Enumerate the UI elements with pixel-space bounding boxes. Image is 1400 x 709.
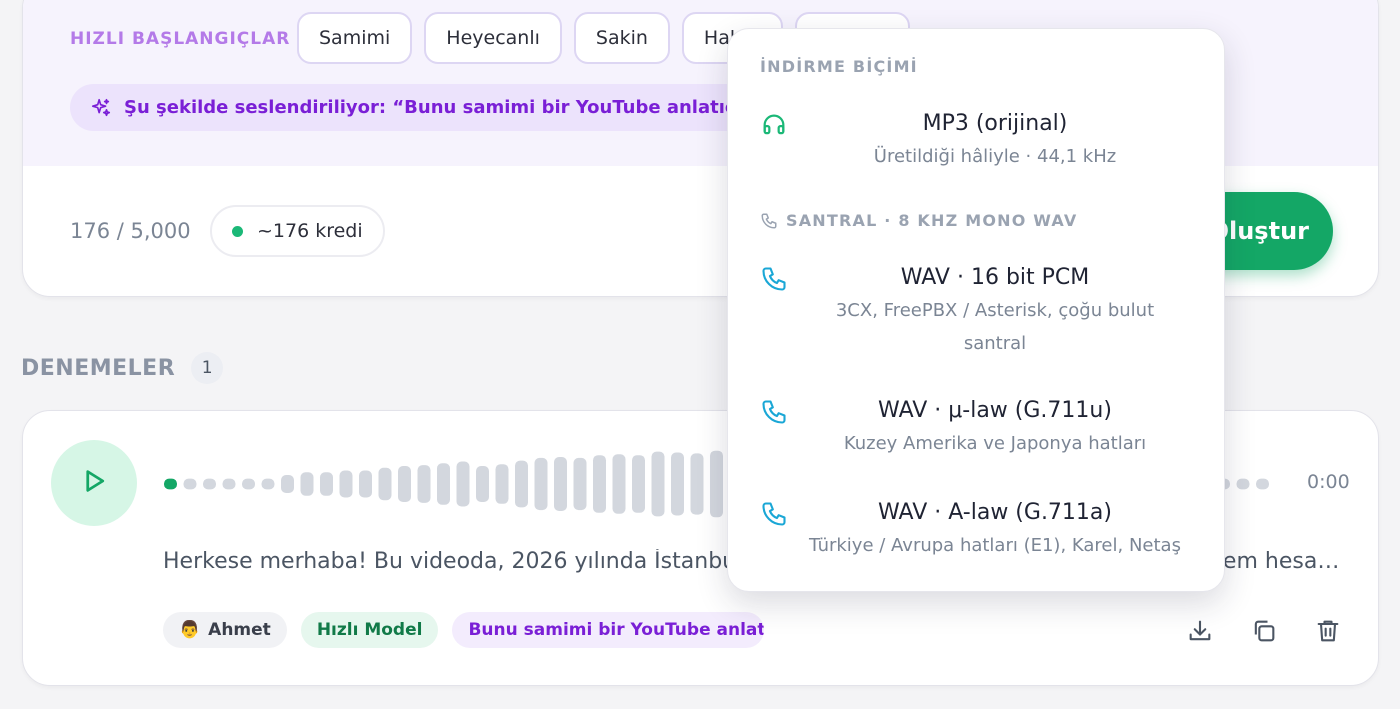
trials-title: DENEMELER (21, 355, 176, 381)
waveform-bar (456, 461, 470, 507)
phone-icon (760, 212, 778, 230)
waveform-bar (359, 470, 372, 498)
wav-ulaw-title: WAV · μ-law (G.711u) (878, 398, 1112, 423)
phone-icon (760, 500, 788, 528)
waveform-bar (710, 450, 723, 518)
waveform-bar (1236, 478, 1250, 490)
waveform-bar (320, 472, 333, 496)
waveform-bar (398, 466, 411, 502)
model-tag: Hızlı Model (300, 612, 439, 648)
waveform-bar (242, 478, 255, 490)
wav-pcm-title: WAV · 16 bit PCM (900, 265, 1090, 290)
play-icon (79, 466, 109, 500)
chip-heyecanli[interactable]: Heyecanlı (424, 12, 562, 64)
quick-starts-label: HIZLI BAŞLANGIÇLAR (70, 29, 291, 49)
waveform-bar (495, 464, 509, 504)
waveform-bar (183, 478, 197, 490)
menu-item-mp3[interactable]: MP3 (orijinal) Üretildiği hâliyle · 44,1… (728, 111, 1224, 177)
menu-item-wav-pcm[interactable]: WAV · 16 bit PCM 3CX, FreePBX / Asterisk… (728, 265, 1224, 361)
voiced-as-text: Şu şekilde seslendiriliyor: “Bunu samimi… (124, 97, 803, 118)
mp3-title: MP3 (orijinal) (922, 111, 1068, 136)
trial-tags: 👨 Ahmet Hızlı Model Bunu samimi bir YouT… (163, 612, 765, 648)
waveform-bar (593, 455, 606, 513)
waveform-bar (417, 465, 431, 503)
waveform-bar (612, 454, 626, 514)
waveform-bar (261, 478, 275, 490)
waveform-bar (203, 478, 216, 490)
playback-time: 0:00 (1307, 471, 1350, 493)
trash-icon[interactable] (1314, 617, 1342, 645)
wav-alaw-title: WAV · A-law (G.711a) (878, 500, 1112, 525)
menu-item-wav-ulaw[interactable]: WAV · μ-law (G.711u) Kuzey Amerika ve Ja… (728, 398, 1224, 464)
pbx-section-text: SANTRAL · 8 KHZ MONO WAV (786, 211, 1078, 230)
phone-icon (760, 265, 788, 293)
menu-item-wav-alaw[interactable]: WAV · A-law (G.711a) Türkiye / Avrupa ha… (728, 500, 1224, 566)
waveform-bar (378, 467, 392, 501)
download-format-heading: İNDİRME BİÇİMİ (760, 57, 918, 76)
waveform-bar (632, 455, 645, 513)
trials-header: DENEMELER 1 (21, 352, 224, 384)
credit-estimate: ~176 kredi (210, 205, 385, 257)
waveform-bar (671, 452, 684, 516)
waveform-bar (534, 457, 548, 511)
sparkle-icon (90, 97, 112, 119)
voice-tag: 👨 Ahmet (163, 612, 287, 648)
waveform-bar (164, 478, 177, 490)
phone-icon (760, 398, 788, 426)
waveform-bar (1256, 478, 1269, 490)
waveform-bar (573, 457, 587, 511)
headphones-icon (760, 111, 788, 139)
play-button[interactable] (51, 440, 137, 526)
waveform-bar (437, 463, 450, 505)
waveform-bar (476, 466, 489, 502)
chip-samimi[interactable]: Samimi (297, 12, 413, 64)
voice-avatar: 👨 (179, 620, 201, 640)
credit-text: ~176 kredi (257, 220, 363, 242)
mp3-subtitle: Üretildiği hâliyle · 44,1 kHz (873, 146, 1117, 167)
download-icon[interactable] (1186, 617, 1214, 645)
waveform-bar (339, 470, 353, 498)
chip-sakin[interactable]: Sakin (573, 12, 670, 64)
wav-pcm-subtitle: 3CX, FreePBX / Asterisk, çoğu bulut sant… (835, 300, 1155, 354)
character-count: 176 / 5,000 (70, 219, 191, 243)
waveform-bar (281, 475, 294, 493)
waveform-bar (300, 472, 314, 496)
pbx-section-heading: SANTRAL · 8 KHZ MONO WAV (760, 211, 1078, 230)
waveform-bar (651, 451, 665, 517)
wav-alaw-subtitle: Türkiye / Avrupa hatları (E1), Karel, Ne… (809, 535, 1181, 556)
trial-actions (1186, 617, 1342, 645)
credit-status-dot (232, 225, 243, 237)
copy-icon[interactable] (1250, 617, 1278, 645)
waveform-bar (554, 457, 567, 511)
waveform-bar (222, 478, 236, 490)
trials-count-badge: 1 (191, 352, 224, 384)
wav-ulaw-subtitle: Kuzey Amerika ve Japonya hatları (843, 433, 1147, 454)
voice-name: Ahmet (208, 620, 271, 640)
prompt-tag: Bunu samimi bir YouTube anlatıcı (452, 612, 765, 648)
waveform-bar (690, 453, 704, 515)
waveform-bar (515, 460, 528, 508)
download-format-menu: İNDİRME BİÇİMİ MP3 (orijinal) Üretildiği… (727, 28, 1225, 592)
